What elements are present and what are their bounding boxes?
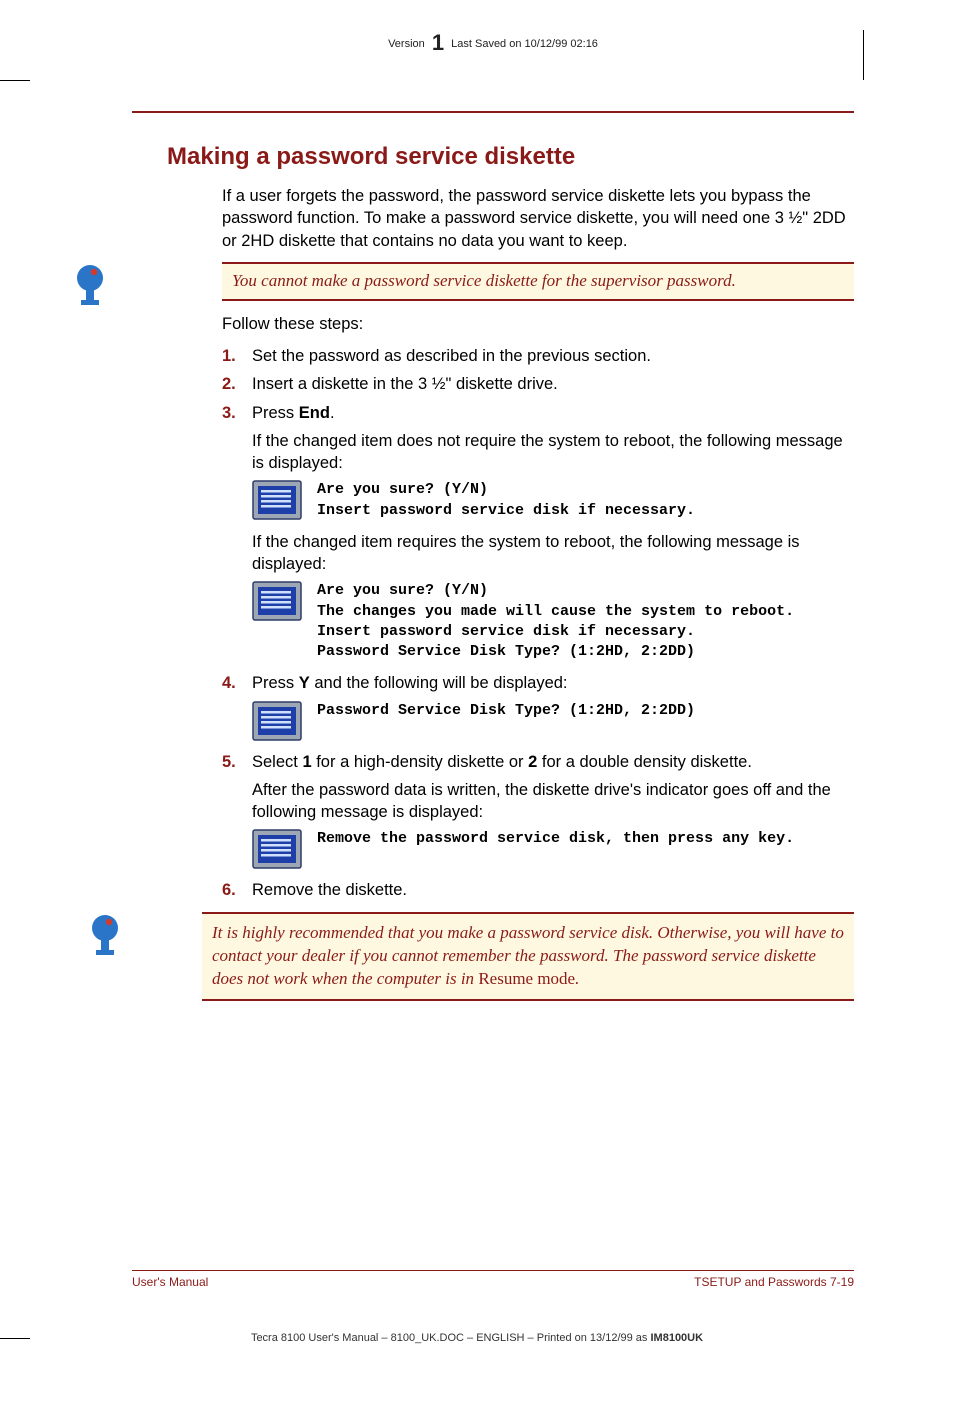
intro-text: If a user forgets the password, the pass… [222, 185, 854, 252]
crop-mark [0, 80, 30, 81]
step-text: Press Y and the following will be displa… [252, 674, 568, 692]
step-text: Press End. [252, 404, 335, 422]
step-number: 3. [222, 402, 236, 424]
screen-line: Are you sure? (Y/N) [317, 581, 854, 601]
footer-left: User's Manual [132, 1275, 208, 1289]
header-meta: Version 1 Last Saved on 10/12/99 02:16 [132, 30, 854, 56]
screen-line: Are you sure? (Y/N) [317, 480, 854, 500]
screen-icon [252, 480, 302, 520]
screen-text: Password Service Disk Type? (1:2HD, 2:2D… [317, 701, 854, 721]
note-box-2: It is highly recommended that you make a… [202, 912, 854, 1001]
last-saved: Last Saved on 10/12/99 02:16 [451, 38, 598, 50]
footer-right: TSETUP and Passwords 7-19 [694, 1275, 854, 1289]
list-item: 2. Insert a diskette in the 3 ½" diskett… [222, 373, 854, 395]
step-number: 2. [222, 373, 236, 395]
note-box-1: You cannot make a password service diske… [222, 262, 854, 301]
step-subtext: If the changed item requires the system … [252, 531, 854, 576]
screen-icon [252, 829, 302, 869]
step-subtext: After the password data is written, the … [252, 779, 854, 824]
screen-line: Password Service Disk Type? (1:2HD, 2:2D… [317, 642, 854, 662]
screen-text: Are you sure? (Y/N) The changes you made… [317, 581, 854, 662]
steps-list: 1. Set the password as described in the … [222, 345, 854, 902]
screen-message: Password Service Disk Type? (1:2HD, 2:2D… [252, 701, 854, 741]
list-item: 4. Press Y and the following will be dis… [222, 672, 854, 740]
top-rule [132, 111, 854, 113]
footer-rule [132, 1270, 854, 1271]
screen-text: Remove the password service disk, then p… [317, 829, 854, 849]
follow-text: Follow these steps: [222, 313, 854, 335]
screen-line: Password Service Disk Type? (1:2HD, 2:2D… [317, 701, 854, 721]
list-item: 3. Press End. If the changed item does n… [222, 402, 854, 663]
page-footer: User's Manual TSETUP and Passwords 7-19 [132, 1270, 854, 1289]
step-number: 4. [222, 672, 236, 694]
step-subtext: If the changed item does not require the… [252, 430, 854, 475]
crop-mark [863, 30, 864, 80]
screen-message: Remove the password service disk, then p… [252, 829, 854, 869]
step-text: Select 1 for a high-density diskette or … [252, 753, 752, 771]
version-label: Version [388, 38, 425, 50]
screen-icon [252, 701, 302, 741]
document-page: Version 1 Last Saved on 10/12/99 02:16 M… [0, 0, 954, 1409]
info-icon [67, 264, 113, 310]
step-text: Set the password as described in the pre… [252, 347, 651, 365]
note-2-text: It is highly recommended that you make a… [212, 922, 844, 991]
note-row-1: You cannot make a password service diske… [132, 262, 854, 301]
screen-message: Are you sure? (Y/N) The changes you made… [252, 581, 854, 662]
screen-line: Insert password service disk if necessar… [317, 501, 854, 521]
step-number: 5. [222, 751, 236, 773]
version-number: 1 [432, 30, 444, 55]
screen-line: The changes you made will cause the syst… [317, 602, 854, 622]
list-item: 5. Select 1 for a high-density diskette … [222, 751, 854, 870]
footer-meta: Tecra 8100 User's Manual – 8100_UK.DOC –… [0, 1332, 954, 1344]
list-item: 6. Remove the diskette. [222, 879, 854, 901]
note-row-2: It is highly recommended that you make a… [132, 912, 854, 1001]
list-item: 1. Set the password as described in the … [222, 345, 854, 367]
step-text: Insert a diskette in the 3 ½" diskette d… [252, 375, 558, 393]
step-number: 6. [222, 879, 236, 901]
note-1-text: You cannot make a password service diske… [232, 270, 844, 293]
screen-message: Are you sure? (Y/N) Insert password serv… [252, 480, 854, 521]
screen-line: Remove the password service disk, then p… [317, 829, 854, 849]
screen-line: Insert password service disk if necessar… [317, 622, 854, 642]
screen-text: Are you sure? (Y/N) Insert password serv… [317, 480, 854, 521]
follow-paragraph: Follow these steps: [222, 313, 854, 335]
step-text: Remove the diskette. [252, 881, 407, 899]
screen-icon [252, 581, 302, 621]
intro-paragraph: If a user forgets the password, the pass… [222, 185, 854, 252]
step-number: 1. [222, 345, 236, 367]
info-icon [82, 914, 128, 960]
section-title: Making a password service diskette [167, 143, 854, 171]
